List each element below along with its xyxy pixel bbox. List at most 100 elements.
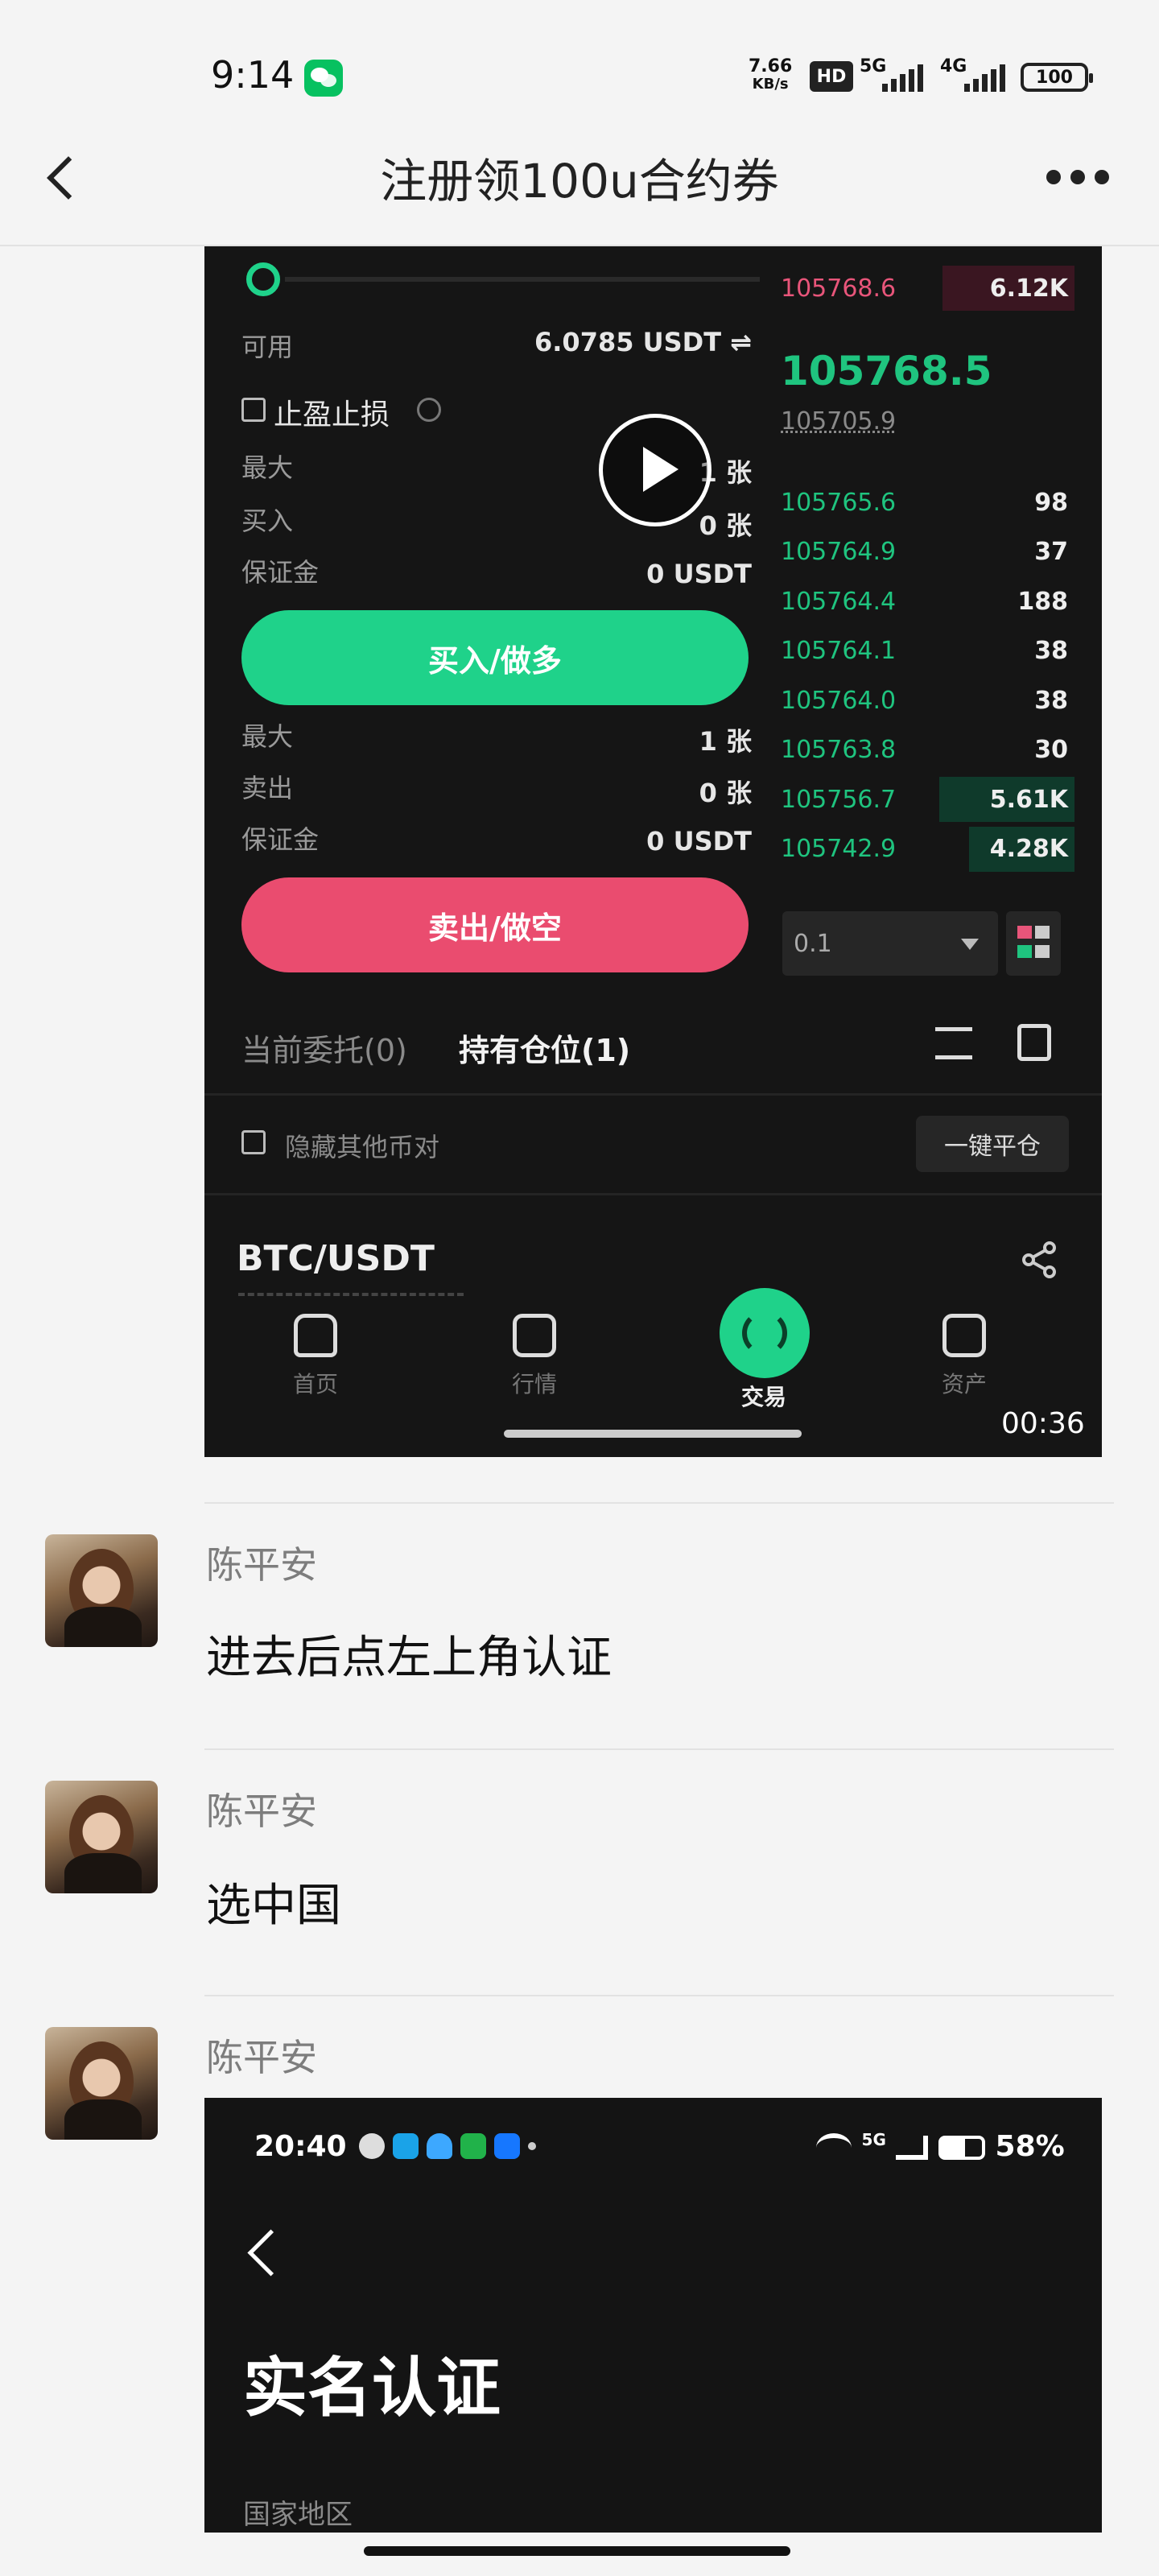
image-status-time: 20:40	[254, 2130, 347, 2163]
info-icon	[417, 398, 441, 422]
divider	[204, 1193, 1102, 1195]
bid-qty: 38	[1034, 637, 1068, 665]
home-icon	[294, 1314, 337, 1357]
network-speed: 7.66 KB/s	[749, 58, 792, 93]
sell-amount-value: 0 张	[699, 778, 752, 808]
trading-pair: BTC/USDT	[237, 1238, 435, 1279]
back-icon	[247, 2229, 295, 2277]
network-speed-value: 7.66	[749, 56, 793, 76]
page-title: 注册领100u合约券	[380, 154, 779, 208]
buy-margin-label: 保证金	[241, 557, 320, 588]
orderbook-bid-row: 105764.9 37	[781, 528, 1074, 576]
tab-open-orders: 当前委托(0)	[241, 1033, 407, 1068]
signal-icon	[896, 2136, 929, 2160]
nav-markets: 行情	[470, 1314, 599, 1399]
bid-qty: 188	[1017, 587, 1068, 616]
sell-margin-value: 0 USDT	[646, 826, 752, 857]
wifi-icon	[816, 2133, 852, 2162]
hide-other-pairs-checkbox	[241, 1130, 266, 1154]
ask-price: 105768.6	[781, 274, 897, 303]
nav-home-label: 首页	[292, 1371, 338, 1397]
video-home-indicator	[504, 1430, 802, 1438]
notification-icons	[359, 2133, 536, 2159]
nav-assets-label: 资产	[941, 1371, 987, 1397]
more-icon	[1046, 170, 1061, 184]
message-sender: 陈平安	[206, 1790, 317, 1833]
buy-long-button: 买入/做多	[241, 610, 749, 705]
image-title: 实名认证	[243, 2351, 501, 2425]
orderbook-layout-icon	[1006, 911, 1061, 976]
wechat-notification-icon	[304, 60, 343, 97]
orderbook-bid-row: 105764.0 38	[781, 676, 1074, 724]
bid-price: 105763.8	[781, 736, 897, 764]
message-text[interactable]: 选中国	[206, 1869, 341, 1934]
bid-qty: 38	[1034, 686, 1068, 715]
bid-qty: 98	[1034, 488, 1068, 517]
message-sender: 陈平安	[206, 2036, 317, 2079]
signal-icon-2	[964, 64, 1005, 92]
image-status-right: 5G 58%	[816, 2130, 1065, 2163]
bid-price: 105756.7	[781, 785, 897, 814]
orderbook-ask-row: 105768.6 6.12K	[781, 264, 1074, 312]
orderbook-bid-row: 105756.7 5.61K	[781, 775, 1074, 824]
image-message[interactable]: 20:40 5G 58% 实名认证 国家地区	[204, 2098, 1102, 2533]
image-battery-percent: 58%	[995, 2130, 1065, 2163]
ask-qty: 6.12K	[989, 274, 1068, 303]
share-icon	[1019, 1240, 1059, 1280]
sort-icon	[935, 1027, 972, 1059]
hide-other-pairs-label: 隐藏其他币对	[285, 1132, 440, 1162]
nav-trade-label: 交易	[740, 1384, 786, 1410]
system-home-indicator[interactable]	[364, 2546, 790, 2556]
play-icon[interactable]	[599, 414, 711, 526]
sell-max-label: 最大	[241, 721, 294, 752]
image-network-type: 5G	[861, 2130, 886, 2149]
nav-markets-label: 行情	[511, 1371, 557, 1397]
bid-qty: 4.28K	[989, 835, 1068, 863]
video-duration: 00:36	[1001, 1407, 1085, 1440]
bid-price: 105764.0	[781, 686, 897, 715]
battery-icon	[938, 2136, 985, 2160]
more-button[interactable]	[1046, 161, 1127, 193]
sell-short-button: 卖出/做空	[241, 877, 749, 972]
orderbook-bid-row: 105764.4 188	[781, 577, 1074, 625]
buy-margin-value: 0 USDT	[646, 559, 752, 589]
orderbook-bid-row: 105763.8 30	[781, 726, 1074, 774]
message-text[interactable]: 进去后点左上角认证	[206, 1621, 612, 1686]
orderbook-bid-row: 105765.6 98	[781, 478, 1074, 526]
hd-voice-badge: HD	[810, 61, 853, 92]
avatar[interactable]	[45, 2027, 158, 2140]
sell-margin-label: 保证金	[241, 824, 320, 855]
bid-price: 105742.9	[781, 835, 897, 863]
divider	[204, 1093, 1102, 1096]
buy-amount-label: 买入	[241, 506, 294, 536]
bid-price: 105765.6	[781, 488, 897, 517]
close-all-positions-button: 一键平仓	[916, 1116, 1069, 1172]
last-price: 105768.5	[781, 348, 992, 394]
wallet-icon	[942, 1314, 986, 1357]
leverage-slider-handle	[246, 262, 280, 296]
video-message[interactable]: 可用 6.0785 USDT ⇌ 止盈止损 最大 1 张 买入 0 张 保证金 …	[204, 246, 1102, 1457]
bid-price: 105764.1	[781, 637, 897, 665]
tp-sl-label: 止盈止损	[274, 398, 390, 431]
pair-underline	[238, 1293, 464, 1299]
trade-icon	[720, 1288, 810, 1378]
signal-icon	[882, 64, 923, 92]
orderbook-bid-row: 105742.9 4.28K	[781, 825, 1074, 873]
bid-qty: 37	[1034, 538, 1068, 566]
more-icon-dot	[1070, 170, 1085, 184]
avatar[interactable]	[45, 1534, 158, 1647]
markets-icon	[513, 1314, 556, 1357]
mark-price: 105705.9	[781, 407, 897, 436]
nav-home: 首页	[251, 1314, 380, 1399]
avatar[interactable]	[45, 1781, 158, 1893]
message-divider	[204, 1748, 1114, 1750]
status-bar: 9:14 7.66 KB/s HD 5G 4G 100	[0, 0, 1159, 153]
message-divider	[204, 1502, 1114, 1504]
message-sender: 陈平安	[206, 1543, 317, 1587]
bid-qty: 5.61K	[989, 785, 1068, 814]
bid-price: 105764.9	[781, 538, 897, 566]
price-step-select: 0.1	[782, 911, 998, 976]
history-icon	[1017, 1024, 1051, 1061]
status-time: 9:14	[211, 53, 295, 97]
image-field-label: 国家地区	[243, 2499, 353, 2531]
